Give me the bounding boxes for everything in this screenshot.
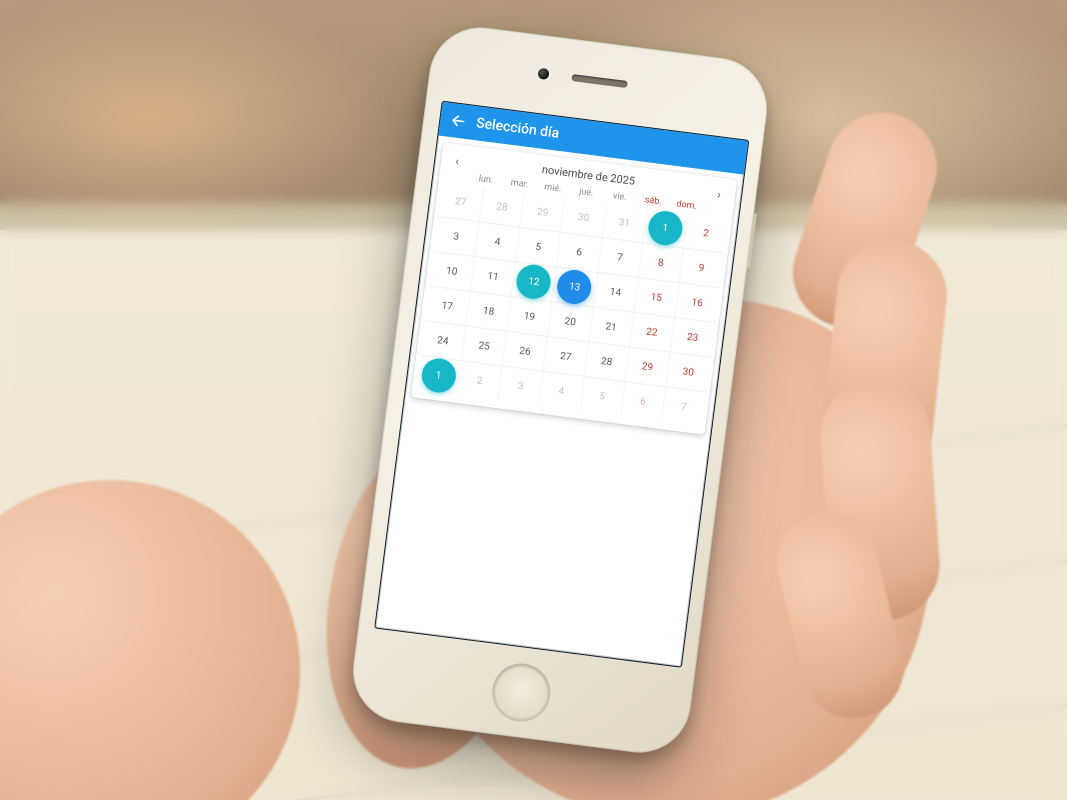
earpiece-speaker	[571, 74, 627, 88]
calendar-day[interactable]: 16	[674, 283, 719, 322]
calendar-day[interactable]: 21	[588, 307, 633, 346]
calendar-day[interactable]: 19	[506, 297, 551, 336]
calendar-day[interactable]: 5	[515, 228, 560, 267]
calendar-day[interactable]: 11	[470, 257, 515, 296]
empty-content-area	[375, 402, 709, 666]
calendar-day[interactable]: 1	[642, 209, 687, 248]
calendar-day[interactable]: 20	[547, 302, 592, 341]
marked-day-indicator: 1	[419, 356, 457, 394]
calendar-day[interactable]: 12	[511, 262, 556, 301]
calendar-day[interactable]: 6	[620, 382, 665, 421]
calendar-day[interactable]: 26	[502, 332, 547, 371]
next-month-button[interactable]: ›	[706, 182, 732, 205]
calendar-day[interactable]: 23	[670, 318, 715, 357]
calendar-day[interactable]: 6	[556, 233, 601, 272]
calendar-day[interactable]: 30	[561, 198, 606, 237]
prev-month-button[interactable]: ‹	[444, 149, 470, 172]
calendar-day[interactable]: 29	[520, 193, 565, 232]
calendar-day[interactable]: 3	[497, 366, 542, 405]
calendar-day[interactable]: 18	[466, 292, 511, 331]
calendar-day[interactable]: 2	[683, 214, 728, 253]
calendar-day[interactable]: 14	[592, 273, 637, 312]
calendar-day[interactable]: 28	[479, 188, 524, 227]
calendar-day[interactable]: 4	[474, 222, 519, 261]
calendar-day[interactable]: 30	[665, 353, 710, 392]
calendar-day[interactable]: 22	[629, 313, 674, 352]
page-title: Selección día	[475, 115, 560, 141]
calendar-day[interactable]: 4	[538, 372, 583, 411]
calendar-day[interactable]: 5	[579, 377, 624, 416]
calendar-day[interactable]: 24	[420, 321, 465, 360]
calendar-day[interactable]: 31	[601, 203, 646, 242]
calendar-day[interactable]: 27	[438, 182, 483, 221]
home-button[interactable]	[489, 660, 554, 725]
front-camera	[537, 68, 549, 80]
calendar-card: ‹ noviembre de 2025 lun.mar.mié.jue.vie.…	[411, 142, 737, 435]
marked-day-indicator: 12	[515, 263, 553, 301]
calendar-day[interactable]: 13	[552, 267, 597, 306]
calendar-day[interactable]: 25	[461, 326, 506, 365]
calendar-day[interactable]: 2	[457, 361, 502, 400]
calendar-day[interactable]: 8	[638, 243, 683, 282]
app-screen: Selección día ‹ noviembre de 2025 lun.ma…	[374, 101, 749, 668]
calendar-day[interactable]: 1	[416, 356, 461, 395]
calendar-day[interactable]: 7	[661, 387, 706, 426]
back-arrow-icon[interactable]	[449, 112, 467, 130]
calendar-grid: 2728293031123456789101112131415161718192…	[416, 180, 728, 426]
marked-day-indicator: 1	[646, 209, 684, 247]
calendar-day[interactable]: 28	[584, 342, 629, 381]
selected-day-indicator: 13	[556, 268, 594, 306]
calendar-day[interactable]: 17	[425, 287, 470, 326]
calendar-day[interactable]: 29	[624, 347, 669, 386]
calendar-day[interactable]: 9	[679, 248, 724, 287]
photo-background: Selección día ‹ noviembre de 2025 lun.ma…	[0, 0, 1067, 800]
calendar-day[interactable]: 27	[543, 337, 588, 376]
calendar-day[interactable]: 10	[429, 252, 474, 291]
calendar-day[interactable]: 7	[597, 238, 642, 277]
calendar-day[interactable]: 3	[434, 217, 479, 256]
calendar-day[interactable]: 15	[633, 278, 678, 317]
